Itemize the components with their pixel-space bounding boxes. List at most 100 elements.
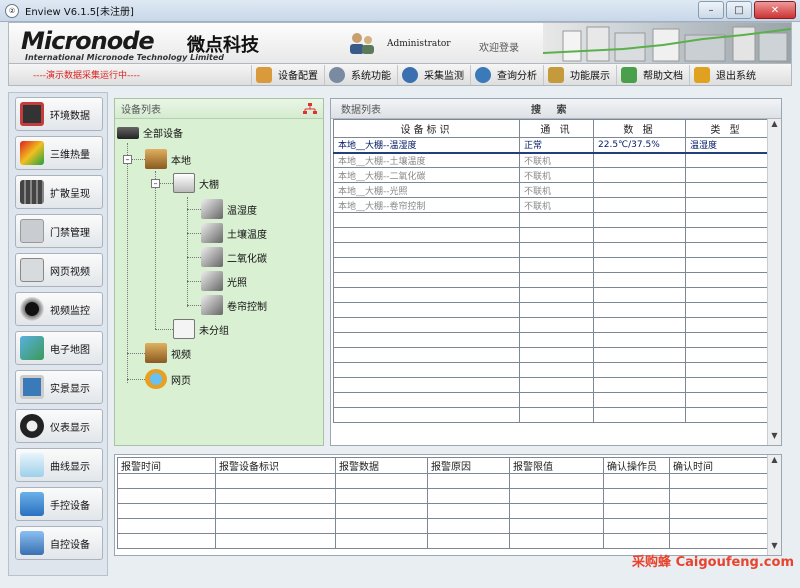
table-row[interactable]: 本地__大棚--二氧化碳 不联机 bbox=[333, 167, 768, 183]
toolbar-display-button[interactable]: 功能展示 bbox=[543, 64, 616, 85]
table-row[interactable] bbox=[333, 257, 768, 273]
alarm-scrollbar[interactable]: ▲ ▼ bbox=[767, 455, 781, 555]
tree-node-sensor[interactable]: 卷帘控制 bbox=[201, 295, 267, 315]
nav-env-data-button[interactable]: 环境数据 bbox=[15, 97, 103, 131]
scroll-down-icon[interactable]: ▼ bbox=[768, 431, 781, 445]
nav-emap-button[interactable]: 电子地图 bbox=[15, 331, 103, 365]
alarm-cell bbox=[669, 533, 768, 549]
scroll-up-icon[interactable]: ▲ bbox=[768, 455, 781, 469]
table-row[interactable]: 本地__大棚--光照 不联机 bbox=[333, 182, 768, 198]
table-cell bbox=[593, 212, 686, 228]
tree-node-local[interactable]: 本地 bbox=[145, 149, 191, 169]
alarm-column-header[interactable]: 报警原因 bbox=[427, 457, 510, 474]
table-row[interactable]: 本地__大棚--土壤温度 不联机 bbox=[333, 152, 768, 168]
tree-node-sensor[interactable]: 温湿度 bbox=[201, 199, 257, 219]
diffusion-icon bbox=[20, 180, 44, 204]
nav-manual-device-button[interactable]: 手控设备 bbox=[15, 487, 103, 521]
alarm-column-header[interactable]: 确认时间 bbox=[669, 457, 768, 474]
tree-node-sensor[interactable]: 光照 bbox=[201, 271, 247, 291]
alarm-row[interactable] bbox=[117, 503, 768, 519]
welcome-text: 欢迎登录 bbox=[479, 43, 519, 54]
nav-web-video-button[interactable]: 网页视频 bbox=[15, 253, 103, 287]
toolbar-label: 设备配置 bbox=[278, 71, 318, 82]
nav-label: 网页视频 bbox=[50, 266, 90, 278]
close-button[interactable]: ✕ bbox=[754, 1, 796, 19]
toolbar-system-button[interactable]: 系统功能 bbox=[324, 64, 397, 85]
column-header[interactable]: 设备标识 bbox=[333, 119, 520, 138]
tree-node-greenhouse[interactable]: 大棚 bbox=[173, 173, 219, 193]
tree-collapse-local[interactable]: – bbox=[123, 155, 132, 164]
tree-node-sensor[interactable]: 土壤温度 bbox=[201, 223, 267, 243]
table-row[interactable] bbox=[333, 407, 768, 423]
scroll-up-icon[interactable]: ▲ bbox=[768, 119, 781, 133]
nav-diffusion-button[interactable]: 扩散呈现 bbox=[15, 175, 103, 209]
browser-icon bbox=[145, 369, 167, 389]
alarm-column-header[interactable]: 报警限值 bbox=[509, 457, 604, 474]
nav-3d-heat-button[interactable]: 三维热量 bbox=[15, 136, 103, 170]
tree-node-video[interactable]: 视频 bbox=[145, 343, 191, 363]
table-row[interactable] bbox=[333, 392, 768, 408]
table-row[interactable]: 本地__大棚--温湿度 正常 22.5℃/37.5% 温湿度 bbox=[333, 137, 768, 154]
table-row[interactable]: 本地__大棚--卷帘控制 不联机 bbox=[333, 197, 768, 213]
table-row[interactable] bbox=[333, 287, 768, 303]
column-header[interactable]: 类 型 bbox=[685, 119, 768, 138]
table-row[interactable] bbox=[333, 362, 768, 378]
table-row[interactable] bbox=[333, 317, 768, 333]
server-icon bbox=[117, 126, 139, 139]
table-row[interactable] bbox=[333, 227, 768, 243]
alarm-column-header[interactable]: 报警时间 bbox=[117, 457, 216, 474]
minimize-button[interactable]: – bbox=[698, 1, 724, 19]
nav-curve-button[interactable]: 曲线显示 bbox=[15, 448, 103, 482]
table-row[interactable] bbox=[333, 332, 768, 348]
table-cell bbox=[333, 317, 520, 333]
toolbar-device-config-button[interactable]: 设备配置 bbox=[251, 64, 324, 85]
tree-structure-icon[interactable] bbox=[303, 102, 317, 115]
table-cell bbox=[593, 332, 686, 348]
toolbar-help-button[interactable]: 帮助文档 bbox=[616, 64, 689, 85]
toolbar-monitor-button[interactable]: 采集监测 bbox=[397, 64, 470, 85]
data-panel-title: 数据列表 bbox=[341, 105, 381, 116]
table-row[interactable] bbox=[333, 272, 768, 288]
alarm-cell bbox=[427, 488, 510, 504]
table-row[interactable] bbox=[333, 242, 768, 258]
tree-node-all-devices[interactable]: 全部设备 bbox=[117, 125, 183, 140]
alarm-row[interactable] bbox=[117, 488, 768, 504]
alarm-column-header[interactable]: 报警数据 bbox=[335, 457, 428, 474]
nav-gauge-button[interactable]: 仪表显示 bbox=[15, 409, 103, 443]
column-header[interactable]: 数 据 bbox=[593, 119, 686, 138]
alarm-cell bbox=[335, 518, 428, 534]
toolbar-exit-button[interactable]: 退出系统 bbox=[689, 64, 762, 85]
table-cell: 本地__大棚--二氧化碳 bbox=[333, 167, 520, 183]
alarm-column-header[interactable]: 报警设备标识 bbox=[215, 457, 336, 474]
tree-node-sensor[interactable]: 二氧化碳 bbox=[201, 247, 267, 267]
tree-node-web[interactable]: 网页 bbox=[145, 369, 191, 389]
tree-node-ungrouped[interactable]: 未分组 bbox=[173, 319, 229, 339]
tree-collapse-greenhouse[interactable]: – bbox=[151, 179, 160, 188]
nav-cctv-button[interactable]: 视频监控 bbox=[15, 292, 103, 326]
tree-label: 网页 bbox=[171, 375, 191, 387]
alarm-row[interactable] bbox=[117, 473, 768, 489]
maximize-button[interactable]: □ bbox=[726, 1, 752, 19]
table-row[interactable] bbox=[333, 212, 768, 228]
search-button[interactable]: 搜 索 bbox=[531, 101, 572, 116]
column-header[interactable]: 通 讯 bbox=[519, 119, 594, 138]
nav-scene-button[interactable]: 实景显示 bbox=[15, 370, 103, 404]
nav-door-button[interactable]: 门禁管理 bbox=[15, 214, 103, 248]
table-cell bbox=[333, 287, 520, 303]
alarm-row[interactable] bbox=[117, 518, 768, 534]
table-cell bbox=[685, 227, 768, 243]
table-cell bbox=[593, 362, 686, 378]
table-cell bbox=[593, 407, 686, 423]
data-scrollbar[interactable]: ▲ ▼ bbox=[767, 119, 781, 445]
table-cell bbox=[519, 332, 594, 348]
table-row[interactable] bbox=[333, 347, 768, 363]
alarm-row[interactable] bbox=[117, 533, 768, 549]
alarm-column-header[interactable]: 确认操作员 bbox=[603, 457, 670, 474]
toolbar-query-button[interactable]: 查询分析 bbox=[470, 64, 543, 85]
nav-auto-device-button[interactable]: 自控设备 bbox=[15, 526, 103, 560]
table-row[interactable] bbox=[333, 377, 768, 393]
table-row[interactable] bbox=[333, 302, 768, 318]
alarm-cell bbox=[509, 473, 604, 489]
table-cell bbox=[333, 332, 520, 348]
nav-label: 手控设备 bbox=[50, 500, 90, 512]
